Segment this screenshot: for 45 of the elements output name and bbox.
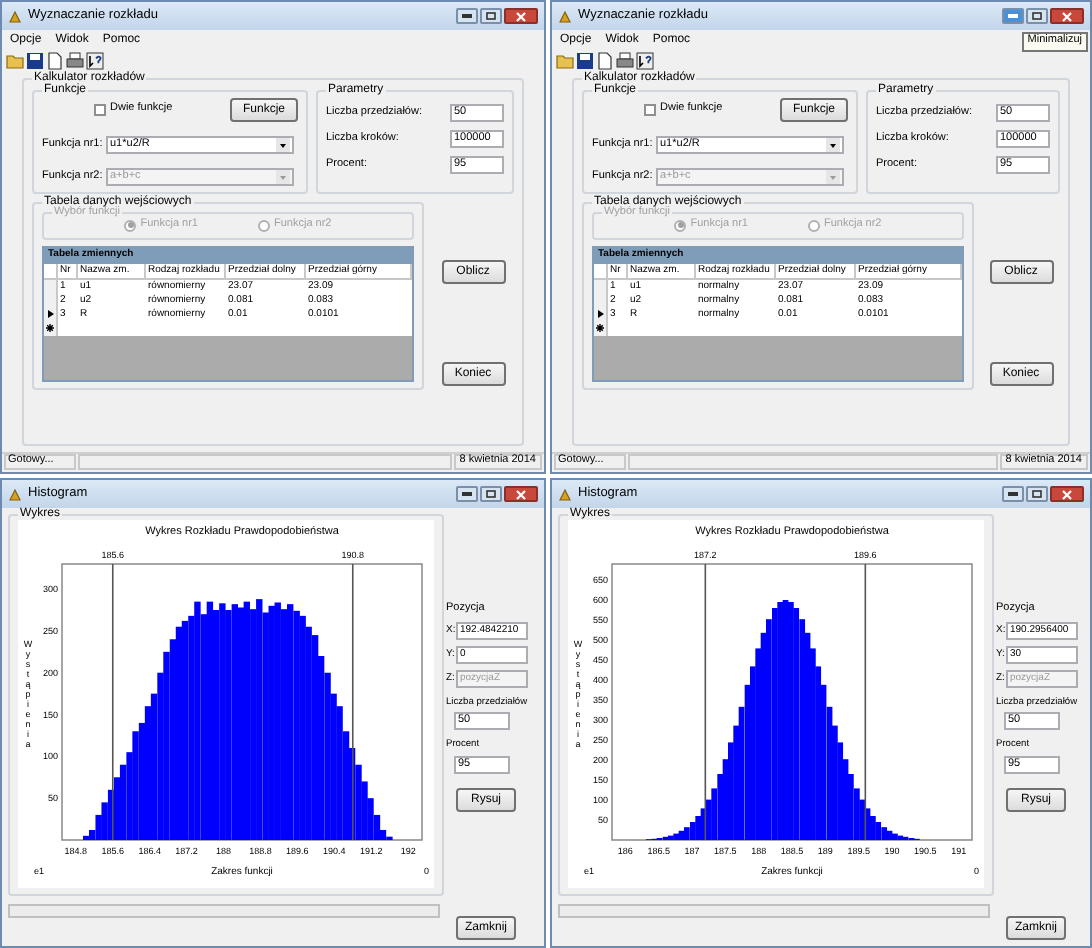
dropdown-arrow-icon xyxy=(276,170,290,184)
checkbox[interactable] xyxy=(94,104,106,116)
maximize-button[interactable] xyxy=(480,486,502,502)
close-icon xyxy=(516,11,526,21)
app-icon xyxy=(8,9,22,23)
minimize-icon xyxy=(1008,492,1018,496)
maximize-icon xyxy=(486,490,496,498)
help-icon[interactable] xyxy=(636,51,654,69)
maximize-icon xyxy=(1032,12,1042,20)
minimize-icon xyxy=(462,14,472,18)
minimize-button[interactable] xyxy=(456,8,478,24)
minimize-icon xyxy=(1008,14,1018,18)
close-button[interactable] xyxy=(1050,486,1084,502)
maximize-icon xyxy=(1032,490,1042,498)
printer-icon[interactable] xyxy=(66,51,84,69)
dropdown-arrow-icon xyxy=(826,170,840,184)
save-icon[interactable] xyxy=(576,51,594,69)
printer-icon[interactable] xyxy=(616,51,634,69)
new-row-icon xyxy=(46,324,54,332)
minimize-button[interactable] xyxy=(456,486,478,502)
maximize-button[interactable] xyxy=(1026,486,1048,502)
document-icon[interactable] xyxy=(46,51,64,69)
dropdown-arrow-icon xyxy=(826,138,840,152)
close-icon xyxy=(1062,489,1072,499)
checkbox[interactable] xyxy=(644,104,656,116)
help-icon[interactable] xyxy=(86,51,104,69)
close-icon xyxy=(516,489,526,499)
save-icon[interactable] xyxy=(26,51,44,69)
document-icon[interactable] xyxy=(596,51,614,69)
dropdown-arrow-icon xyxy=(276,138,290,152)
minimize-icon xyxy=(462,492,472,496)
close-button[interactable] xyxy=(504,8,538,24)
app-icon xyxy=(558,9,572,23)
app-icon xyxy=(8,487,22,501)
minimize-button[interactable] xyxy=(1002,486,1024,502)
current-row-icon xyxy=(47,310,53,318)
maximize-icon xyxy=(486,12,496,20)
close-button[interactable] xyxy=(1050,8,1084,24)
new-row-icon xyxy=(596,324,604,332)
current-row-icon xyxy=(597,310,603,318)
app-icon xyxy=(558,487,572,501)
close-icon xyxy=(1062,11,1072,21)
maximize-button[interactable] xyxy=(1026,8,1048,24)
maximize-button[interactable] xyxy=(480,8,502,24)
close-button[interactable] xyxy=(504,486,538,502)
